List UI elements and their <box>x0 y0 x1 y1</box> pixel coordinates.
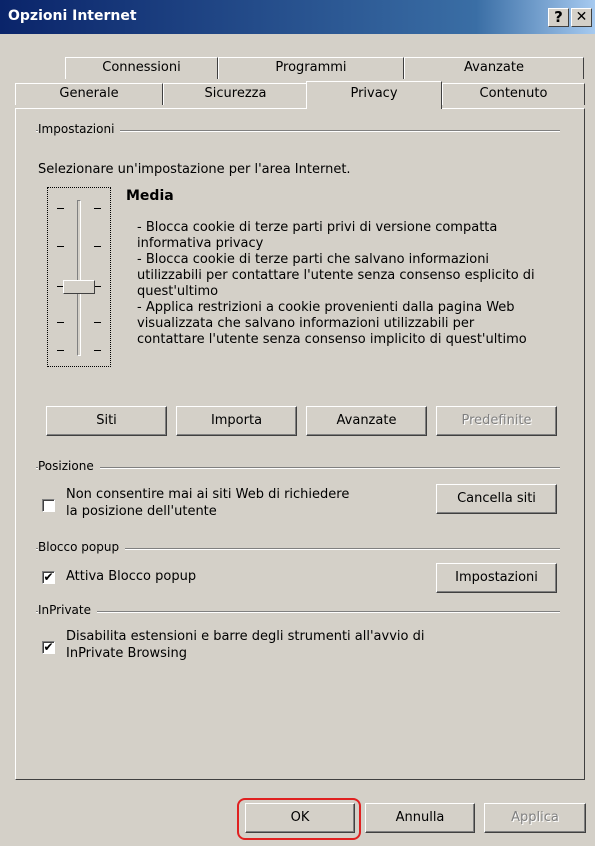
group-divider <box>36 467 560 469</box>
close-button[interactable]: ✕ <box>571 8 592 27</box>
import-button[interactable]: Importa <box>176 406 297 436</box>
location-group-label: Posizione <box>38 459 100 473</box>
description-line: contattare l'utente senza consenso impli… <box>137 332 527 347</box>
inprivate-checkbox[interactable]: ✔ <box>42 641 55 654</box>
tab-label: Connessioni <box>102 60 181 75</box>
description-line: visualizzata che salvano informazioni ut… <box>137 316 475 331</box>
inprivate-group-label: InPrivate <box>38 603 97 617</box>
ok-button[interactable]: OK <box>245 803 355 833</box>
tab-label: Programmi <box>275 60 347 75</box>
tab-programmi[interactable]: Programmi <box>218 57 404 79</box>
popup-blocker-checkbox[interactable]: ✔ <box>42 571 55 584</box>
window-title: Opzioni Internet <box>8 8 137 24</box>
popup-group-label: Blocco popup <box>38 540 126 554</box>
tab-label: Contenuto <box>479 86 548 101</box>
slider-tick <box>57 208 64 209</box>
slider-tick <box>94 208 101 209</box>
location-checkbox-label-line2[interactable]: la posizione dell'utente <box>66 504 217 519</box>
description-line: utilizzabili per contattare l'utente sen… <box>137 268 535 283</box>
popup-settings-button[interactable]: Impostazioni <box>436 563 557 593</box>
slider-tick <box>57 246 64 247</box>
description-line: - Blocca cookie di terze parti che salva… <box>137 252 490 267</box>
description-line: - Applica restrizioni a cookie provenien… <box>137 300 515 315</box>
title-bar[interactable]: Opzioni Internet ? ✕ <box>0 0 595 34</box>
tab-sicurezza[interactable]: Sicurezza <box>163 83 308 105</box>
slider-tick <box>57 350 64 351</box>
tab-label: Sicurezza <box>204 86 267 101</box>
privacy-level-slider[interactable] <box>47 187 111 367</box>
tab-privacy[interactable]: Privacy <box>306 81 442 109</box>
location-checkbox-label[interactable]: Non consentire mai ai siti Web di richie… <box>66 487 349 502</box>
settings-group-label: Impostazioni <box>38 122 121 136</box>
inprivate-checkbox-label-line2[interactable]: InPrivate Browsing <box>66 646 187 661</box>
apply-button[interactable]: Applica <box>484 803 586 833</box>
slider-tick <box>94 350 101 351</box>
group-divider <box>36 611 560 613</box>
sites-button[interactable]: Siti <box>46 406 167 436</box>
slider-tick <box>94 322 101 323</box>
tab-contenuto[interactable]: Contenuto <box>442 83 585 105</box>
slider-tick <box>57 322 64 323</box>
description-line: - Blocca cookie di terze parti privi di … <box>137 220 498 235</box>
tab-label: Avanzate <box>464 60 524 75</box>
default-button[interactable]: Predefinite <box>436 406 557 436</box>
advanced-button[interactable]: Avanzate <box>306 406 427 436</box>
description-line: informativa privacy <box>137 236 264 251</box>
tab-generale[interactable]: Generale <box>15 83 163 105</box>
description-line: quest'ultimo <box>137 284 219 299</box>
tab-connessioni[interactable]: Connessioni <box>65 57 218 79</box>
settings-instruction: Selezionare un'impostazione per l'area I… <box>38 162 351 177</box>
privacy-level-name: Media <box>126 188 174 204</box>
tab-label: Generale <box>59 86 119 101</box>
slider-tick <box>94 286 101 287</box>
privacy-level-description: - Blocca cookie di terze parti privi di … <box>137 220 562 348</box>
location-checkbox[interactable] <box>42 499 55 512</box>
slider-tick <box>94 246 101 247</box>
cancel-button[interactable]: Annulla <box>365 803 475 833</box>
slider-thumb[interactable] <box>63 280 95 294</box>
inprivate-checkbox-label[interactable]: Disabilita estensioni e barre degli stru… <box>66 629 424 644</box>
help-button[interactable]: ? <box>548 8 569 27</box>
tab-avanzate[interactable]: Avanzate <box>404 57 584 79</box>
popup-blocker-label[interactable]: Attiva Blocco popup <box>66 569 196 584</box>
slider-track <box>77 200 81 356</box>
clear-sites-button[interactable]: Cancella siti <box>436 484 557 514</box>
internet-options-dialog: Opzioni Internet ? ✕ Connessioni Program… <box>0 0 595 846</box>
tab-label: Privacy <box>350 86 398 101</box>
